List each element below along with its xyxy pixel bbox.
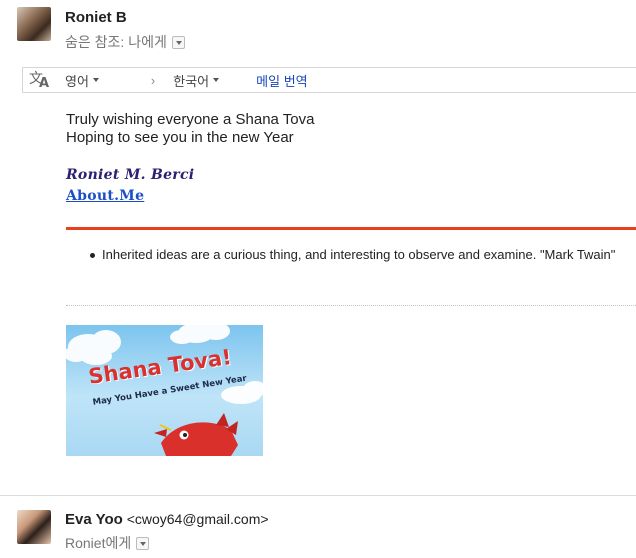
target-language-select[interactable]: 한국어 [173, 71, 220, 90]
source-language-select[interactable]: 영어 [65, 71, 99, 90]
cloud-icon [170, 325, 230, 344]
recipient-line: 숨은 참조: 나에게 [65, 32, 185, 52]
source-language-label: 영어 [65, 73, 89, 89]
quote-item: Inherited ideas are a curious thing, and… [90, 247, 636, 262]
sender-avatar[interactable] [17, 7, 51, 41]
translate-bar: 文A 영어 › 한국어 메일 번역 [22, 67, 636, 93]
sender-name[interactable]: Roniet B [65, 9, 127, 26]
translate-message-link[interactable]: 메일 번역 [256, 71, 307, 90]
chevron-down-icon [92, 78, 99, 82]
message-header: Roniet B 숨은 참조: 나에게 [0, 0, 636, 60]
recipient-text: 숨은 참조: 나에게 [65, 34, 167, 50]
sender-avatar[interactable] [17, 510, 51, 544]
dotted-divider [66, 305, 636, 306]
arrow-right-icon: › [150, 72, 156, 88]
bird-illustration [154, 413, 238, 456]
sender-email: <cwoy64@gmail.com> [126, 511, 269, 527]
recipient-details-dropdown-icon[interactable] [136, 536, 150, 550]
shana-tova-card-image[interactable]: Shana Tova! May You Have a Sweet New Yea… [66, 325, 263, 456]
signature-divider [66, 227, 636, 230]
thread-divider [0, 495, 636, 496]
cloud-icon [66, 330, 121, 365]
sender-name: Eva Yoo [65, 511, 123, 528]
quote-list: Inherited ideas are a curious thing, and… [90, 247, 636, 262]
sender-line[interactable]: Eva Yoo <cwoy64@gmail.com> [65, 511, 269, 528]
target-language-label: 한국어 [173, 73, 210, 89]
signature-link[interactable]: About.Me [66, 188, 144, 204]
recipient-line: Roniet에게 [65, 533, 150, 553]
signature-name: Roniet M. Berci [66, 167, 195, 183]
recipient-details-dropdown-icon[interactable] [171, 35, 185, 49]
translate-icon: 文A [29, 71, 50, 91]
body-line-2: Hoping to see you in the new Year [66, 129, 294, 146]
recipient-text: Roniet에게 [65, 535, 132, 551]
chevron-down-icon [213, 78, 220, 82]
body-line-1: Truly wishing everyone a Shana Tova [66, 111, 315, 128]
